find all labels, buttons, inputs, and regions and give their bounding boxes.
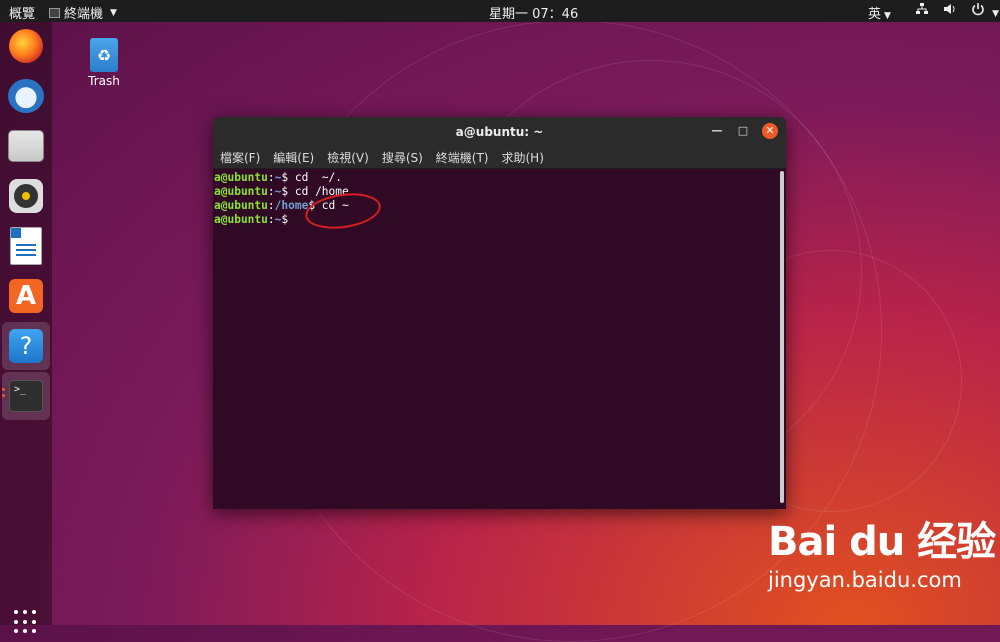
software-launcher[interactable]: A — [6, 276, 46, 316]
system-menu[interactable]: ▼ — [915, 2, 999, 20]
app-menu-label: 終端機 — [64, 7, 104, 22]
clock[interactable]: 星期一 07：46 — [489, 3, 578, 22]
files-icon — [8, 130, 44, 162]
menu-file[interactable]: 檔案(F) — [220, 149, 260, 166]
terminal-icon: >_ — [9, 380, 43, 412]
menu-view[interactable]: 檢視(V) — [327, 149, 369, 166]
watermark-url: jingyan.baidu.com — [768, 568, 962, 592]
software-icon: A — [9, 279, 43, 313]
terminal-line: a@ubuntu:~$ cd ~/. — [214, 171, 343, 184]
firefox-icon — [9, 29, 43, 63]
title-bar[interactable]: a@ubuntu: ~ — □ ✕ — [213, 117, 786, 146]
scrollbar[interactable] — [780, 171, 784, 503]
menu-bar: 檔案(F) 編輯(E) 檢視(V) 搜尋(S) 終端機(T) 求助(H) — [213, 146, 786, 169]
terminal-window[interactable]: a@ubuntu: ~ — □ ✕ 檔案(F) 編輯(E) 檢視(V) 搜尋(S… — [213, 117, 786, 509]
baidu-watermark: Bai du 经验 jingyan.baidu.com — [768, 519, 996, 592]
help-launcher[interactable]: ? — [2, 322, 50, 370]
thunderbird-launcher[interactable] — [6, 76, 46, 116]
running-indicator — [2, 394, 5, 397]
terminal-line: a@ubuntu:~$ cd /home — [214, 185, 349, 198]
top-bar: 概覽 終端機 ▼ 星期一 07：46 英 ▼ ▼ — [0, 0, 1000, 22]
menu-search[interactable]: 搜尋(S) — [382, 149, 423, 166]
trash-label: Trash — [88, 74, 120, 88]
power-icon: ▼ — [971, 2, 999, 20]
input-method-label: 英 — [868, 7, 882, 22]
thunderbird-icon — [8, 79, 44, 113]
rhythmbox-launcher[interactable] — [6, 176, 46, 216]
close-button[interactable]: ✕ — [762, 123, 778, 139]
volume-icon — [943, 2, 957, 20]
files-launcher[interactable] — [6, 126, 46, 166]
trash-desktop-icon[interactable]: ♻ Trash — [84, 38, 124, 88]
writer-icon — [10, 227, 42, 265]
rhythmbox-icon — [9, 179, 43, 213]
app-menu[interactable]: 終端機 ▼ — [49, 3, 117, 22]
terminal-output[interactable]: a@ubuntu:~$ cd ~/. a@ubuntu:~$ cd /home … — [213, 169, 786, 509]
minimize-button[interactable]: — — [709, 123, 725, 139]
menu-help[interactable]: 求助(H) — [502, 149, 544, 166]
terminal-mini-icon — [49, 7, 60, 18]
menu-edit[interactable]: 編輯(E) — [273, 149, 314, 166]
running-indicator — [2, 388, 5, 391]
maximize-button[interactable]: □ — [735, 123, 751, 139]
writer-launcher[interactable] — [6, 226, 46, 266]
input-method-menu[interactable]: 英 ▼ — [868, 3, 891, 22]
activities-button[interactable]: 概覽 — [9, 3, 35, 22]
dock: A ? >_ — [0, 22, 52, 634]
watermark-logo: Bai du 经验 — [768, 519, 996, 565]
help-icon: ? — [9, 329, 43, 363]
trash-icon: ♻ — [90, 38, 118, 72]
terminal-line: a@ubuntu:/home$ cd ~ — [214, 199, 349, 212]
window-title: a@ubuntu: ~ — [455, 125, 544, 139]
firefox-launcher[interactable] — [6, 26, 46, 66]
terminal-line: a@ubuntu:~$ — [214, 213, 289, 226]
terminal-launcher[interactable]: >_ — [2, 372, 50, 420]
network-icon — [915, 2, 929, 20]
show-applications-button[interactable] — [14, 610, 38, 634]
chevron-down-icon: ▼ — [884, 11, 891, 21]
menu-terminal[interactable]: 終端機(T) — [436, 149, 489, 166]
chevron-down-icon: ▼ — [110, 7, 117, 18]
